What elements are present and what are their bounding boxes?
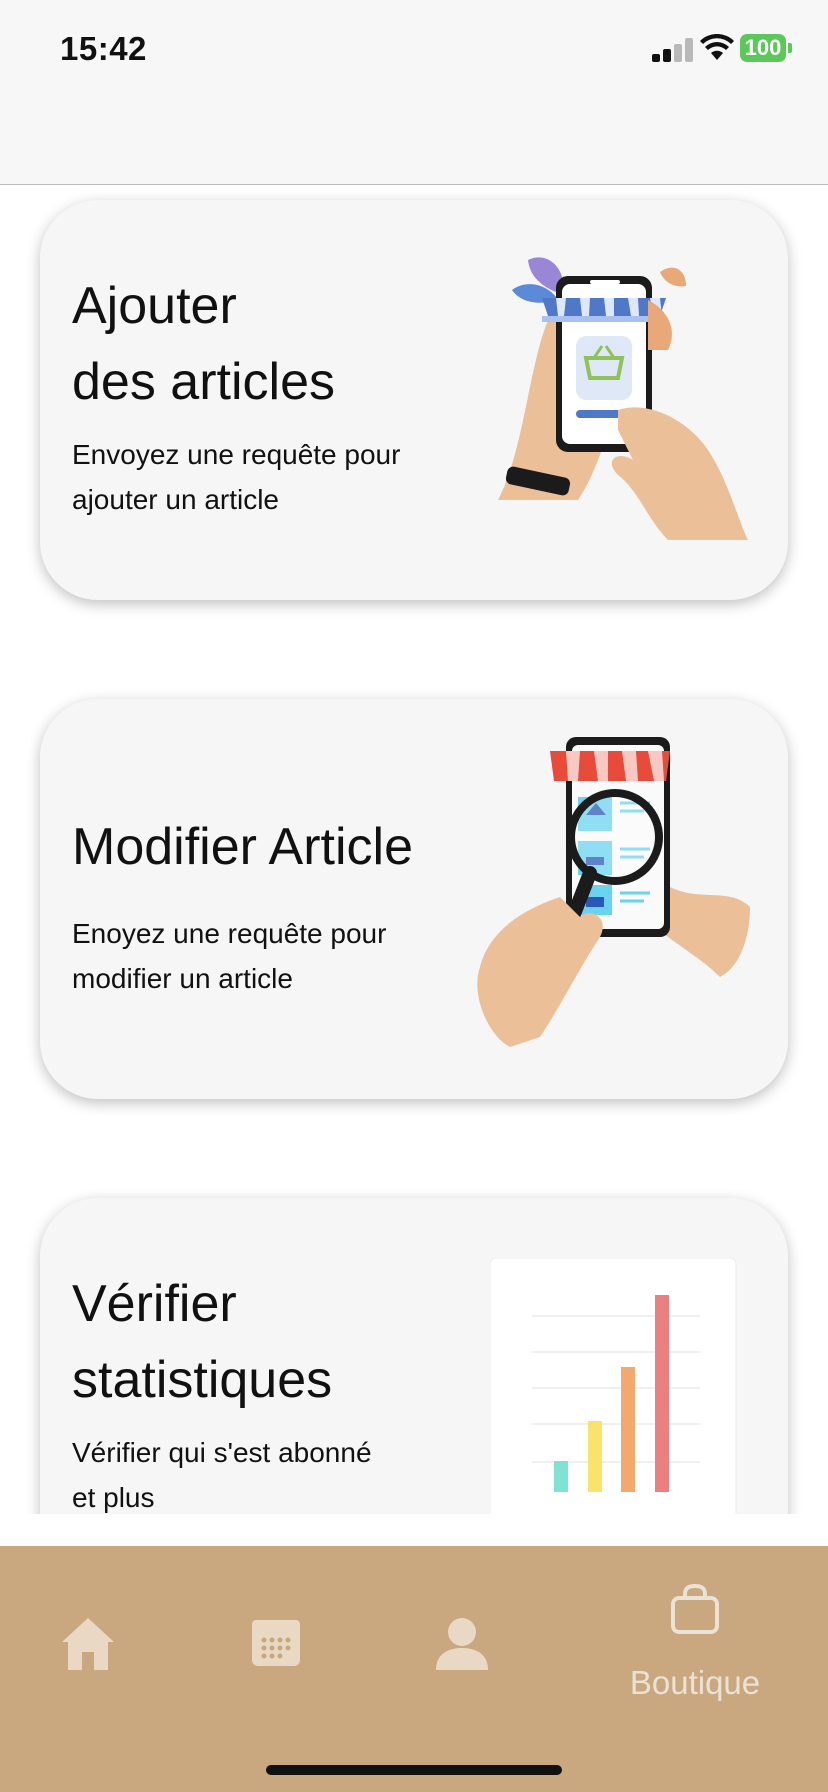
edit-article-card[interactable]: Modifier Article Enoyez une requête pour… bbox=[40, 699, 788, 1099]
calendar-icon bbox=[252, 1620, 300, 1666]
status-time: 15:42 bbox=[60, 30, 147, 67]
bar-chart-illustration bbox=[490, 1258, 737, 1514]
add-articles-title-line2: des articles bbox=[72, 353, 335, 411]
add-articles-desc-line2: ajouter un article bbox=[72, 484, 280, 515]
check-stats-title-line1: Vérifier bbox=[72, 1275, 237, 1333]
add-articles-desc-line1: Envoyez une requête pour bbox=[72, 439, 401, 470]
cellular-signal-icon bbox=[652, 38, 693, 62]
tab-calendar[interactable] bbox=[216, 1606, 336, 1726]
add-articles-card[interactable]: Ajouter des articles Envoyez une requête… bbox=[40, 200, 788, 600]
tab-home[interactable] bbox=[28, 1606, 148, 1726]
tab-profile[interactable] bbox=[402, 1606, 522, 1726]
check-stats-card[interactable]: Vérifier statistiques Vérifier qui s'est… bbox=[40, 1198, 788, 1514]
status-bar: 15:42 100 bbox=[0, 0, 828, 185]
cards-scroll-area[interactable]: Ajouter des articles Envoyez une requête… bbox=[0, 185, 828, 1514]
shopping-bag-icon bbox=[671, 1583, 719, 1634]
tab-boutique-label[interactable]: Boutique bbox=[610, 1664, 780, 1702]
battery-indicator: 100 bbox=[740, 34, 786, 62]
wifi-icon bbox=[700, 34, 734, 60]
battery-tip bbox=[788, 43, 792, 53]
check-stats-desc-line2: et plus bbox=[72, 1482, 155, 1513]
bottom-tab-bar: Boutique bbox=[0, 1546, 828, 1792]
edit-article-title: Modifier Article bbox=[72, 818, 413, 876]
person-icon bbox=[436, 1618, 488, 1670]
add-articles-title-line1: Ajouter bbox=[72, 277, 237, 335]
edit-article-desc-line1: Enoyez une requête pour bbox=[72, 918, 387, 949]
check-stats-title-line2: statistiques bbox=[72, 1351, 333, 1409]
home-indicator bbox=[266, 1765, 562, 1775]
phone-magnifier-shop-illustration bbox=[477, 737, 750, 1047]
check-stats-desc-line1: Vérifier qui s'est abonné bbox=[72, 1437, 372, 1468]
phone-shop-basket-illustration bbox=[498, 257, 748, 540]
edit-article-desc-line2: modifier un article bbox=[72, 963, 293, 994]
home-icon bbox=[62, 1618, 114, 1670]
